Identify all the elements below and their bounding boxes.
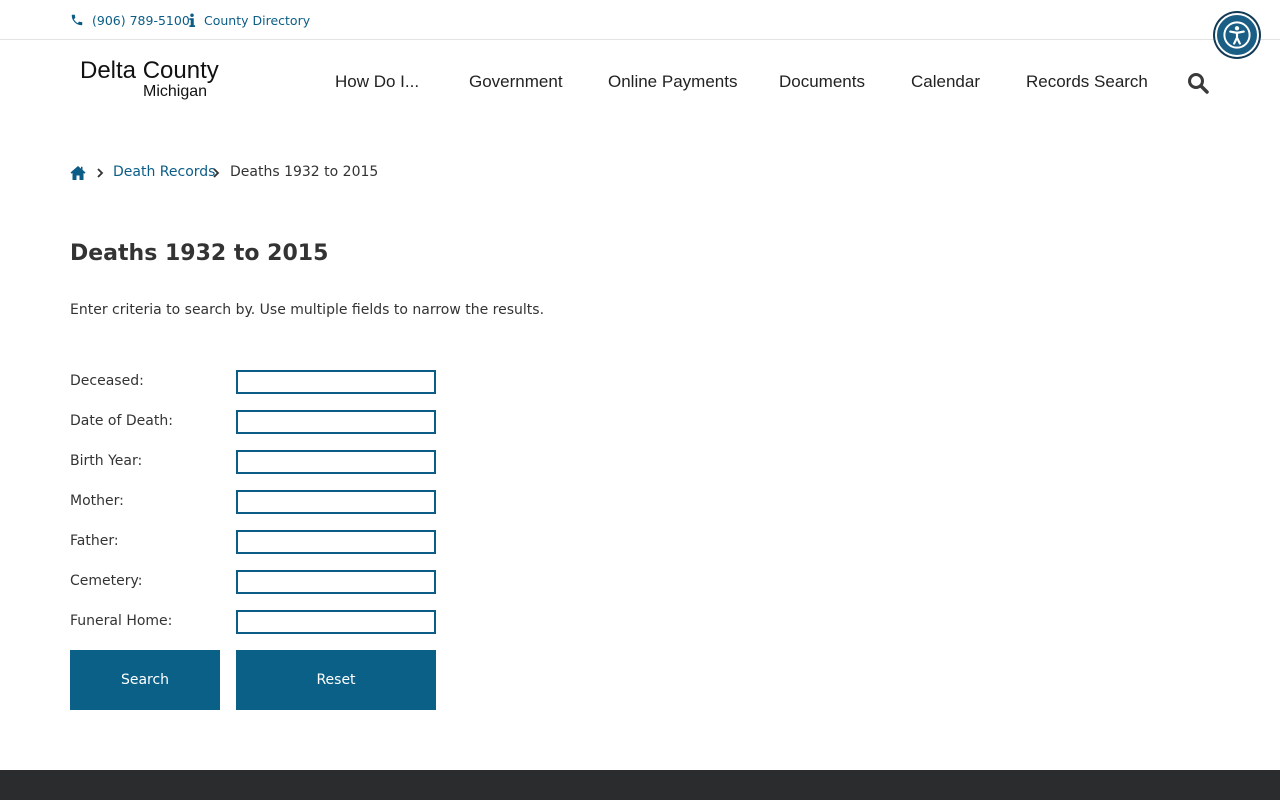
nav-calendar[interactable]: Calendar [911,72,980,92]
reset-button[interactable]: Reset [236,650,436,710]
accessibility-button[interactable] [1215,13,1259,57]
search-icon[interactable] [1186,71,1210,95]
father-label: Father: [70,533,119,549]
date-of-death-field: Date of Death: [70,410,450,434]
father-field: Father: [70,530,450,554]
county-directory-label: County Directory [204,12,311,28]
nav-records-search[interactable]: Records Search [1026,72,1148,92]
date-of-death-label: Date of Death: [70,413,173,429]
logo-title: Delta County [80,57,219,84]
site-footer [0,770,1280,800]
date-of-death-input[interactable] [236,410,436,434]
phone-link[interactable]: (906) 789-5100 [70,12,190,28]
deceased-label: Deceased: [70,373,144,389]
info-icon [188,13,196,27]
page-title: Deaths 1932 to 2015 [70,241,329,266]
breadcrumb-current: Deaths 1932 to 2015 [230,164,379,180]
search-button[interactable]: Search [70,650,220,710]
funeral-home-label: Funeral Home: [70,613,173,629]
nav-how-do-i[interactable]: How Do I... [335,72,419,92]
accessibility-icon [1223,21,1251,49]
birth-year-input[interactable] [236,450,436,474]
logo-subtitle: Michigan [143,83,208,100]
birth-year-field: Birth Year: [70,450,450,474]
site-logo[interactable]: Delta County Michigan [80,58,230,100]
intro-text: Enter criteria to search by. Use multipl… [70,302,545,318]
nav-documents[interactable]: Documents [779,72,865,92]
cemetery-label: Cemetery: [70,573,143,589]
county-directory-link[interactable]: County Directory [188,12,310,28]
funeral-home-field: Funeral Home: [70,610,450,634]
deceased-input[interactable] [236,370,436,394]
utility-bar: (906) 789-5100 County Directory [0,0,1280,40]
mother-input[interactable] [236,490,436,514]
mother-label: Mother: [70,493,124,509]
cemetery-input[interactable] [236,570,436,594]
cemetery-field: Cemetery: [70,570,450,594]
phone-icon [70,13,84,27]
mother-field: Mother: [70,490,450,514]
deceased-field: Deceased: [70,370,450,394]
nav-online-payments[interactable]: Online Payments [608,72,737,92]
chevron-right-icon [212,167,220,179]
funeral-home-input[interactable] [236,610,436,634]
breadcrumb-death-records[interactable]: Death Records [113,164,215,180]
chevron-right-icon [96,167,104,179]
home-icon[interactable] [70,165,86,181]
father-input[interactable] [236,530,436,554]
phone-number: (906) 789-5100 [92,12,190,28]
birth-year-label: Birth Year: [70,453,143,469]
nav-government[interactable]: Government [469,72,563,92]
